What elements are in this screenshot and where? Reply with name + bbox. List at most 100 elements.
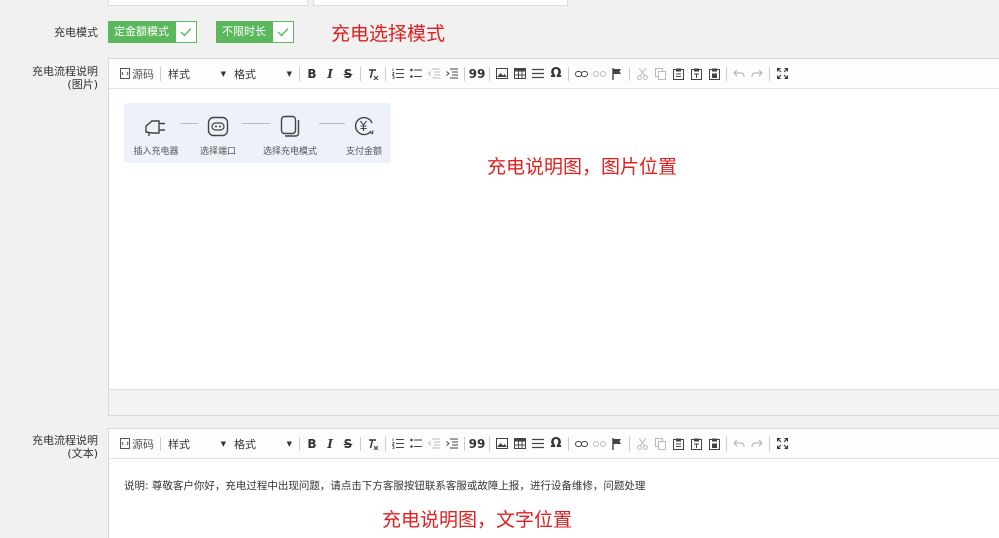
horizontal-line-button[interactable] xyxy=(529,64,547,84)
flow-step-label: 插入充电器 xyxy=(133,147,179,157)
divider xyxy=(299,436,300,451)
divider xyxy=(629,66,630,81)
image-position-annotation: 充电说明图，图片位置 xyxy=(487,156,678,178)
indent-button[interactable] xyxy=(443,64,461,84)
check-icon[interactable] xyxy=(175,21,197,43)
maximize-icon xyxy=(776,438,788,449)
paste-button[interactable] xyxy=(669,434,687,454)
scissors-icon xyxy=(636,67,648,80)
outdent-icon xyxy=(428,438,440,449)
bulleted-list-button[interactable] xyxy=(407,64,425,84)
anchor-button[interactable] xyxy=(608,434,626,454)
bulleted-list-button[interactable] xyxy=(407,434,425,454)
paste-icon xyxy=(672,438,684,450)
maximize-button[interactable] xyxy=(773,434,791,454)
format-dropdown[interactable]: 格式 ▼ xyxy=(230,64,296,84)
link-icon xyxy=(574,440,588,447)
socket-icon xyxy=(207,116,229,137)
undo-icon xyxy=(733,69,745,77)
plug-icon xyxy=(145,120,165,136)
outdent-button[interactable] xyxy=(425,434,443,454)
flow-step: 选择端口 xyxy=(183,103,253,157)
label-line: (文本) xyxy=(67,447,98,460)
chevron-down-icon: ▼ xyxy=(220,69,226,78)
paste-icon xyxy=(672,68,684,80)
paste-word-button[interactable] xyxy=(705,64,723,84)
link-button[interactable] xyxy=(572,434,590,454)
horizontal-line-button[interactable] xyxy=(529,434,547,454)
strikethrough-button[interactable]: S xyxy=(339,434,357,454)
editor-content-area[interactable]: 插入充电器 选择端口 选择充电模式 支付金额 xyxy=(109,89,999,389)
divider xyxy=(385,436,386,451)
bold-button[interactable]: B xyxy=(303,434,321,454)
outdent-button[interactable] xyxy=(425,64,443,84)
indent-button[interactable] xyxy=(443,434,461,454)
paste-text-icon xyxy=(690,68,702,80)
paste-text-button[interactable] xyxy=(687,434,705,454)
maximize-button[interactable] xyxy=(773,64,791,84)
blockquote-button[interactable]: 99 xyxy=(468,64,486,84)
format-dropdown[interactable]: 格式 ▼ xyxy=(230,434,296,454)
numbered-list-button[interactable] xyxy=(389,64,407,84)
divider xyxy=(464,436,465,451)
mode-option-fixed-amount[interactable]: 定金额模式 xyxy=(108,21,197,43)
cut-button[interactable] xyxy=(633,64,651,84)
divider xyxy=(568,436,569,451)
source-button[interactable]: 源码 xyxy=(117,434,157,454)
link-button[interactable] xyxy=(572,64,590,84)
unlink-button[interactable] xyxy=(590,434,608,454)
source-icon xyxy=(120,438,130,449)
image-button[interactable] xyxy=(493,434,511,454)
paste-button[interactable] xyxy=(669,64,687,84)
mode-option-unlimited-time[interactable]: 不限时长 xyxy=(216,21,294,43)
check-icon[interactable] xyxy=(272,21,294,43)
style-label: 样式 xyxy=(168,67,190,81)
paste-word-button[interactable] xyxy=(705,434,723,454)
editor-content-area[interactable]: 说明: 尊敬客户你好，充电过程中出现问题，请点击下方客服按钮联系客服或故障上报，… xyxy=(109,459,999,493)
cut-button[interactable] xyxy=(633,434,651,454)
bulleted-list-icon xyxy=(410,438,422,448)
label-line: 充电流程说明 xyxy=(32,65,98,78)
numbered-list-button[interactable] xyxy=(389,434,407,454)
link-icon xyxy=(574,70,588,77)
italic-button[interactable]: I xyxy=(321,434,339,454)
style-dropdown[interactable]: 样式 ▼ xyxy=(164,434,230,454)
style-dropdown[interactable]: 样式 ▼ xyxy=(164,64,230,84)
undo-button[interactable] xyxy=(730,64,748,84)
copy-button[interactable] xyxy=(651,434,669,454)
clear-format-button[interactable] xyxy=(364,64,382,84)
redo-icon xyxy=(751,69,763,77)
yuan-pay-icon xyxy=(354,116,374,136)
undo-icon xyxy=(733,439,745,447)
maximize-icon xyxy=(776,68,788,79)
top-field-a xyxy=(108,0,308,6)
redo-icon xyxy=(751,439,763,447)
blockquote-button[interactable]: 99 xyxy=(468,434,486,454)
rich-text-editor-image[interactable]: 源码 样式 ▼ 格式 ▼ B I S 99 Ω 插入充电器 选择端口 选择充电模… xyxy=(108,58,999,416)
image-button[interactable] xyxy=(493,64,511,84)
source-button[interactable]: 源码 xyxy=(117,64,157,84)
clear-format-button[interactable] xyxy=(364,434,382,454)
table-button[interactable] xyxy=(511,434,529,454)
special-character-button[interactable]: Ω xyxy=(547,64,565,84)
redo-button[interactable] xyxy=(748,434,766,454)
outdent-icon xyxy=(428,68,440,79)
redo-button[interactable] xyxy=(748,64,766,84)
table-icon xyxy=(514,68,526,79)
editor-status-bar xyxy=(109,389,999,415)
undo-button[interactable] xyxy=(730,434,748,454)
special-character-button[interactable]: Ω xyxy=(547,434,565,454)
flow-text-row-label: 充电流程说明 (文本) xyxy=(0,434,98,460)
italic-button[interactable]: I xyxy=(321,64,339,84)
paste-text-button[interactable] xyxy=(687,64,705,84)
format-label: 格式 xyxy=(234,437,256,451)
unlink-button[interactable] xyxy=(590,64,608,84)
bold-button[interactable]: B xyxy=(303,64,321,84)
label-line: 充电流程说明 xyxy=(32,434,98,447)
anchor-button[interactable] xyxy=(608,64,626,84)
strikethrough-button[interactable]: S xyxy=(339,64,357,84)
copy-button[interactable] xyxy=(651,64,669,84)
text-position-annotation: 充电说明图，文字位置 xyxy=(382,509,573,531)
table-button[interactable] xyxy=(511,64,529,84)
paste-word-icon xyxy=(708,438,720,450)
